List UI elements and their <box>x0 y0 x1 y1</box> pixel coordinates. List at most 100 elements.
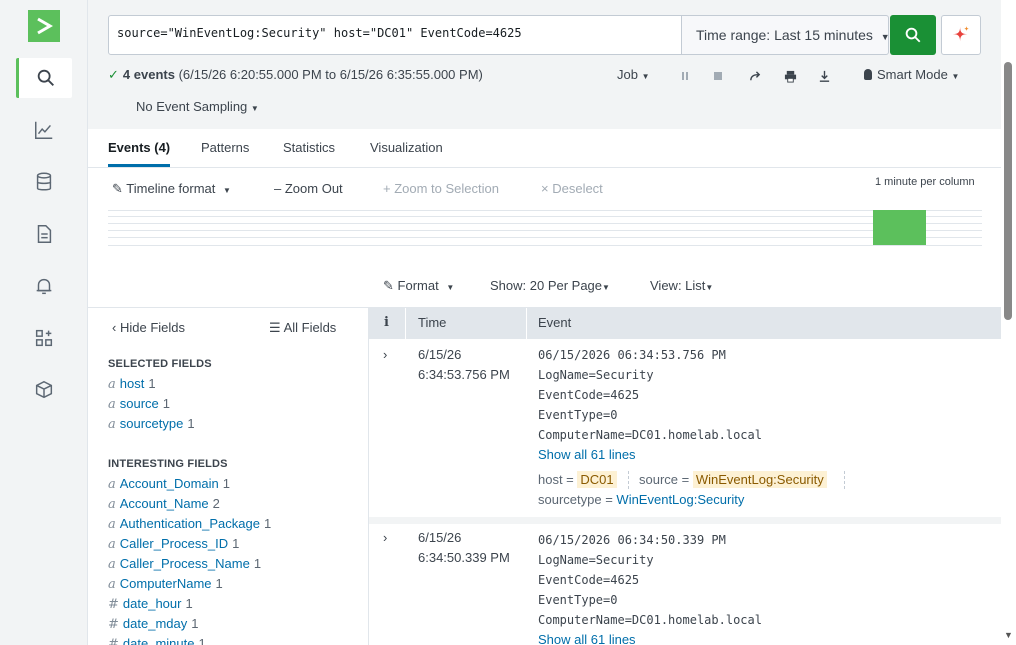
close-icon: × <box>541 181 549 196</box>
show-all-lines-link[interactable]: Show all 61 lines <box>538 447 636 462</box>
scroll-down-arrow[interactable]: ▼ <box>1004 630 1013 640</box>
field-type-icon: a <box>108 377 116 392</box>
nav-dashboards[interactable] <box>16 318 72 358</box>
nav-search[interactable] <box>16 58 72 98</box>
document-icon <box>37 225 52 243</box>
caret-down-icon: ▼ <box>641 72 650 81</box>
tab-statistics[interactable]: Statistics <box>283 140 335 155</box>
field-item[interactable]: a Account_Name 2 <box>108 496 220 512</box>
ai-assistant-button[interactable] <box>941 15 981 55</box>
time-range-picker[interactable]: Time range: Last 15 minutes ▼ <box>681 15 890 55</box>
table-header: i Time Event <box>369 308 1001 339</box>
nav-alerts[interactable] <box>16 266 72 306</box>
hide-fields-label: Hide Fields <box>119 320 185 335</box>
app-logo[interactable] <box>28 10 60 42</box>
field-name: sourcetype <box>119 416 184 431</box>
stop-icon <box>714 72 722 80</box>
show-all-lines-link[interactable]: Show all 61 lines <box>538 632 636 645</box>
field-type-icon: a <box>108 417 116 432</box>
nav-datasets[interactable] <box>16 162 72 202</box>
zoom-to-selection-button[interactable]: + Zoom to Selection <box>383 181 499 196</box>
field-name: date_minute <box>122 636 195 645</box>
tab-patterns[interactable]: Patterns <box>201 140 249 155</box>
all-fields-label: All Fields <box>283 320 337 335</box>
timeline-chart[interactable] <box>108 210 982 246</box>
all-fields-button[interactable]: ☰ All Fields <box>269 320 336 336</box>
caret-down-icon: ▼ <box>880 32 890 42</box>
field-item[interactable]: # date_minute 1 <box>108 636 206 645</box>
field-item[interactable]: a sourcetype 1 <box>108 416 195 432</box>
search-button[interactable] <box>890 15 936 55</box>
job-label: Job <box>617 67 638 82</box>
field-item[interactable]: # date_hour 1 <box>108 596 193 612</box>
app-sidebar <box>0 0 88 645</box>
job-menu[interactable]: Job ▼ <box>617 67 650 82</box>
caret-down-icon: ▼ <box>705 283 714 292</box>
field-count: 1 <box>263 516 272 531</box>
field-name: date_mday <box>122 616 188 631</box>
chevron-left-icon: ‹ <box>112 320 117 335</box>
pause-button[interactable] <box>678 69 692 83</box>
nav-analytics[interactable] <box>16 110 72 150</box>
event-time-text: 6:34:50.339 PM <box>418 550 510 565</box>
source-value[interactable]: WinEventLog:Security <box>692 471 827 488</box>
field-count: 1 <box>253 556 262 571</box>
field-item[interactable]: a host 1 <box>108 376 156 392</box>
field-item[interactable]: a Caller_Process_Name 1 <box>108 556 261 572</box>
field-item[interactable]: a Caller_Process_ID 1 <box>108 536 239 552</box>
line-chart-icon <box>35 121 53 139</box>
field-type-icon: a <box>108 577 116 592</box>
deselect-button[interactable]: × Deselect <box>541 181 603 196</box>
caret-down-icon: ▼ <box>951 72 960 81</box>
format-menu[interactable]: ✎ Format ▼ <box>383 278 454 294</box>
field-type-icon: # <box>108 637 119 645</box>
expand-row-icon[interactable]: › <box>383 347 387 362</box>
event-line: LogName=Security <box>538 553 654 567</box>
view-menu[interactable]: View: List▼ <box>650 278 713 293</box>
field-name: date_hour <box>122 596 182 611</box>
zoom-out-button[interactable]: – Zoom Out <box>274 181 343 196</box>
search-input[interactable]: source="WinEventLog:Security" host="DC01… <box>108 15 682 55</box>
field-type-icon: a <box>108 517 116 532</box>
tab-visualization[interactable]: Visualization <box>370 140 443 155</box>
field-count: 1 <box>215 576 223 591</box>
hide-fields-button[interactable]: ‹ Hide Fields <box>112 320 185 335</box>
info-column-header: i <box>384 315 389 330</box>
sourcetype-value[interactable]: WinEventLog:Security <box>616 492 744 507</box>
field-item[interactable]: a source 1 <box>108 396 170 412</box>
export-button[interactable] <box>817 69 831 83</box>
field-type-icon: # <box>108 617 119 632</box>
field-item[interactable]: # date_mday 1 <box>108 616 198 632</box>
nav-apps[interactable] <box>16 370 72 410</box>
field-name: ComputerName <box>119 576 212 591</box>
field-type-icon: # <box>108 597 119 612</box>
time-column-header[interactable]: Time <box>418 315 446 330</box>
source-field-label: source = <box>639 472 690 487</box>
field-count: 1 <box>232 536 240 551</box>
timeline-panel: ✎ Timeline format ▼ – Zoom Out + Zoom to… <box>88 168 1001 308</box>
per-page-menu[interactable]: Show: 20 Per Page▼ <box>490 278 610 293</box>
scrollbar-thumb[interactable] <box>1004 62 1012 320</box>
stop-button[interactable] <box>711 69 725 83</box>
event-time: 6/15/26 6:34:53.756 PM <box>418 345 510 385</box>
field-type-icon: a <box>108 397 116 412</box>
timeline-format-menu[interactable]: ✎ Timeline format ▼ <box>112 181 231 197</box>
caret-down-icon: ▼ <box>602 283 610 292</box>
nav-reports[interactable] <box>16 214 72 254</box>
printer-icon <box>784 70 796 83</box>
event-sampling-menu[interactable]: No Event Sampling ▼ <box>136 99 259 114</box>
field-item[interactable]: a Account_Domain 1 <box>108 476 230 492</box>
active-tab-indicator <box>108 164 170 167</box>
field-name: Account_Name <box>119 496 209 511</box>
field-item[interactable]: a Authentication_Package 1 <box>108 516 271 532</box>
timeline-bar[interactable] <box>873 210 926 245</box>
cube-icon <box>35 380 53 399</box>
search-mode-menu[interactable]: Smart Mode ▼ <box>864 67 959 82</box>
expand-row-icon[interactable]: › <box>383 530 387 545</box>
field-item[interactable]: a ComputerName 1 <box>108 576 223 592</box>
field-type-icon: a <box>108 557 116 572</box>
tab-events[interactable]: Events (4) <box>108 140 170 155</box>
print-button[interactable] <box>783 69 797 83</box>
share-button[interactable] <box>748 69 762 83</box>
host-value[interactable]: DC01 <box>577 471 617 488</box>
